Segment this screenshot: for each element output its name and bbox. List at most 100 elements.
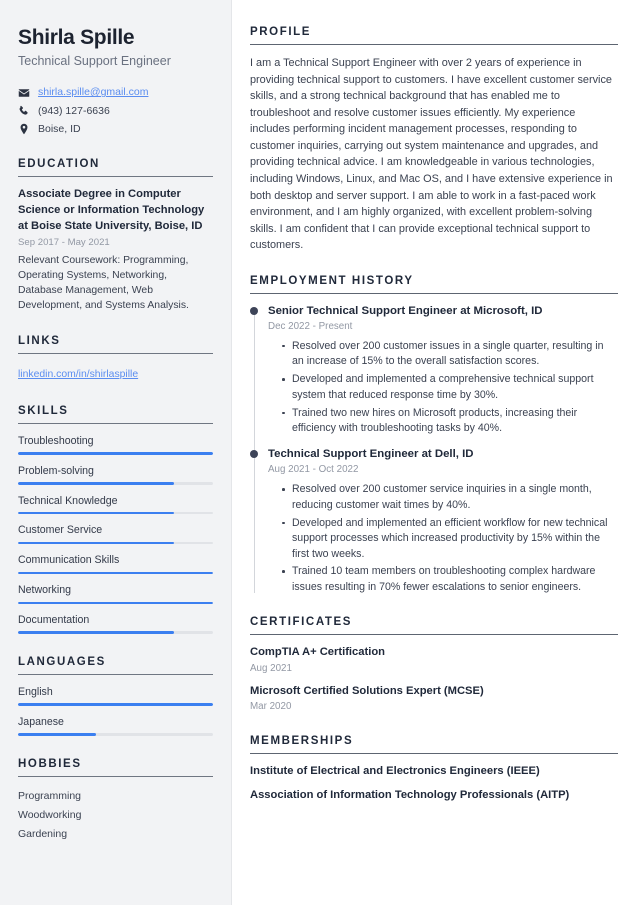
phone-text: (943) 127-6636 (38, 104, 110, 117)
skill-label: Troubleshooting (18, 434, 94, 447)
contact-row-email[interactable]: shirla.spille@gmail.com (18, 86, 213, 100)
employment-date: Dec 2022 - Present (268, 321, 353, 333)
languages-heading: LANGUAGES (18, 656, 213, 676)
map-pin-icon (18, 123, 30, 135)
envelope-icon (18, 87, 30, 99)
skill-meter-track (18, 511, 213, 515)
education-entry: Associate Degree in Computer Science or … (18, 187, 213, 313)
employment-timeline: Senior Technical Support Engineer at Mic… (250, 304, 618, 596)
skill-meter-fill (18, 452, 213, 455)
skill-meter-fill (18, 601, 213, 605)
education-degree: Associate Degree in Computer Science or … (18, 188, 205, 233)
resume-page: Shirla Spille Technical Support Engineer… (0, 0, 640, 905)
language-label: Japanese (18, 715, 64, 728)
skill-label: Documentation (18, 614, 90, 627)
link-linkedin[interactable]: linkedin.com/in/shirlaspille (18, 368, 138, 383)
hobbies-heading: HOBBIES (18, 758, 213, 777)
main-column: PROFILE I am a Technical Support Enginee… (232, 0, 640, 905)
skill-meter-track (18, 482, 213, 485)
skill-label: Customer Service (18, 524, 103, 537)
employment-bullets: Resolved over 200 customer service inqui… (268, 482, 618, 595)
education-description: Relevant Coursework: Programming, Operat… (18, 254, 189, 312)
education-heading: EDUCATION (18, 158, 213, 178)
language-meter-fill (18, 703, 213, 706)
hobby-item: Woodworking (18, 808, 82, 821)
section-memberships: MEMBERSHIPS Institute of Electrical and … (250, 735, 618, 803)
skill-label: Problem-solving (18, 464, 94, 477)
employment-date: Aug 2021 - Oct 2022 (268, 464, 359, 476)
skill-meter-fill (18, 482, 174, 485)
email-text[interactable]: shirla.spille@gmail.com (38, 86, 148, 100)
certificate-date: Aug 2021 (250, 662, 292, 674)
contact-row-phone: (943) 127-6636 (18, 105, 213, 119)
skill-item: Communication Skills (18, 553, 213, 575)
section-hobbies: HOBBIES Programming Woodworking Gardenin… (18, 758, 213, 844)
employment-entry: Technical Support Engineer at Dell, ID A… (250, 447, 618, 595)
employment-bullet: Resolved over 200 customer service inqui… (282, 482, 618, 513)
employment-bullet: Trained two new hires on Microsoft produ… (282, 406, 618, 437)
employment-bullet: Developed and implemented a comprehensiv… (282, 372, 618, 403)
section-employment-history: EMPLOYMENT HISTORY Senior Technical Supp… (250, 275, 618, 596)
skill-meter-track (18, 571, 213, 575)
section-languages: LANGUAGES English Japanese (18, 656, 213, 736)
candidate-job-title: Technical Support Engineer (18, 54, 171, 69)
section-profile: PROFILE I am a Technical Support Enginee… (250, 26, 618, 254)
location-text: Boise, ID (38, 122, 81, 135)
skill-meter-fill (18, 541, 174, 545)
language-meter-track (18, 703, 213, 706)
education-date: Sep 2017 - May 2021 (18, 237, 110, 249)
language-item: English (18, 685, 213, 706)
section-skills: SKILLS Troubleshooting Problem-solving T… (18, 405, 213, 635)
timeline-dot-icon (250, 306, 258, 315)
skill-meter-fill (18, 631, 174, 635)
certificate-entry: CompTIA A+ Certification Aug 2021 (250, 645, 618, 675)
language-meter-track (18, 733, 213, 736)
hobby-item: Gardening (18, 828, 68, 841)
skill-item: Networking (18, 583, 213, 605)
timeline-line (253, 313, 255, 452)
contact-list: shirla.spille@gmail.com (943) 127-6636 B… (18, 86, 213, 136)
memberships-heading: MEMBERSHIPS (250, 735, 618, 755)
candidate-name: Shirla Spille (18, 26, 135, 49)
skill-label: Technical Knowledge (18, 494, 118, 507)
skill-item: Technical Knowledge (18, 494, 213, 515)
links-heading: LINKS (18, 335, 213, 355)
certificate-title: Microsoft Certified Solutions Expert (MC… (250, 685, 484, 698)
skill-item: Problem-solving (18, 464, 213, 485)
skill-meter-fill (18, 571, 213, 575)
language-meter-fill (18, 733, 96, 736)
skills-heading: SKILLS (18, 405, 213, 424)
section-education: EDUCATION Associate Degree in Computer S… (18, 158, 213, 313)
skill-meter-track (18, 601, 213, 605)
hobby-item: Programming (18, 789, 82, 802)
certificate-entry: Microsoft Certified Solutions Expert (MC… (250, 684, 618, 714)
skill-item: Documentation (18, 613, 213, 635)
profile-text: I am a Technical Support Engineer with o… (250, 57, 613, 252)
sidebar: Shirla Spille Technical Support Engineer… (0, 0, 232, 905)
skill-meter-track (18, 452, 213, 455)
skill-meter-track (18, 541, 213, 545)
skill-item: Troubleshooting (18, 434, 213, 455)
employment-role: Technical Support Engineer at Dell, ID (268, 448, 474, 461)
section-links: LINKS linkedin.com/in/shirlaspille (18, 335, 213, 383)
employment-bullet: Resolved over 200 customer issues in a s… (282, 339, 618, 370)
timeline-dot-icon (250, 450, 258, 459)
section-certificates: CERTIFICATES CompTIA A+ Certification Au… (250, 616, 618, 714)
employment-role: Senior Technical Support Engineer at Mic… (268, 304, 543, 317)
language-item: Japanese (18, 715, 213, 736)
membership-item: Institute of Electrical and Electronics … (250, 765, 540, 778)
employment-bullets: Resolved over 200 customer issues in a s… (268, 339, 618, 437)
skill-meter-fill (18, 511, 174, 515)
certificate-date: Mar 2020 (250, 701, 292, 713)
skill-item: Customer Service (18, 523, 213, 545)
skill-label: Networking (18, 584, 71, 597)
contact-row-location: Boise, ID (18, 123, 213, 137)
employment-bullet: Developed and implemented an efficient w… (282, 516, 618, 562)
timeline-line (253, 457, 255, 594)
employment-bullet: Trained 10 team members on troubleshooti… (282, 564, 618, 595)
certificates-heading: CERTIFICATES (250, 616, 618, 636)
skill-label: Communication Skills (18, 554, 120, 567)
employment-entry: Senior Technical Support Engineer at Mic… (250, 304, 618, 452)
employment-heading: EMPLOYMENT HISTORY (250, 275, 618, 294)
certificate-title: CompTIA A+ Certification (250, 646, 385, 659)
